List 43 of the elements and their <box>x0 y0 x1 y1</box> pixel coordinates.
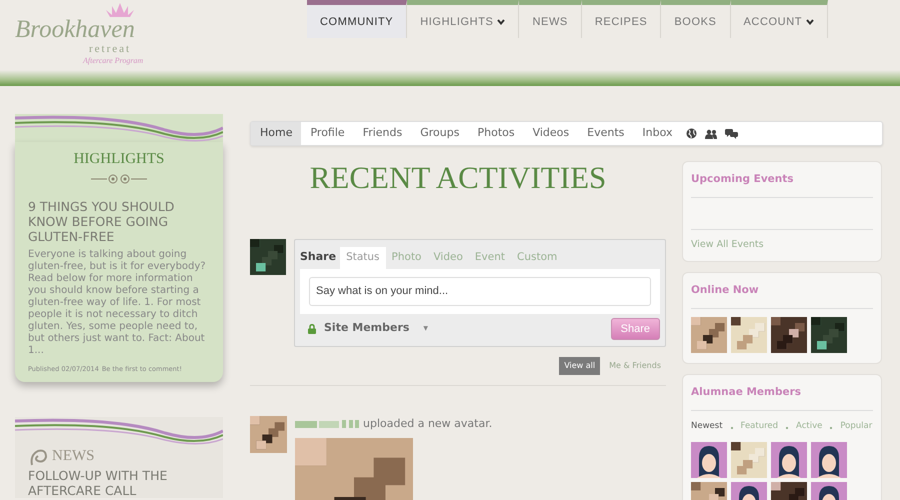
share-button[interactable]: Share <box>610 318 660 340</box>
nav-tab[interactable]: HIGHLIGHTS <box>407 0 520 38</box>
composer-tab[interactable]: Custom <box>511 246 564 268</box>
logo-wordmark: Brookhaven <box>15 17 135 42</box>
article-excerpt: Everyone is talking about going gluten-free, but is it for everybody? Read below for more information you should know before starting a gluten-free way of life. 1. For most people it is not necessary to ditch gluten. Yes, some people need to, but others just want to. Fact: About 1... <box>28 248 207 356</box>
subnav-tab[interactable]: Friends <box>354 122 412 145</box>
nav-tab[interactable]: BOOKS <box>661 0 730 38</box>
composer-tab[interactable]: Event <box>468 246 511 268</box>
article-title[interactable]: FOLLOW-UP WITH THE AFTERCARE CALL <box>28 468 210 498</box>
view-all-events-link[interactable]: View All Events <box>691 230 873 255</box>
subnav-tab[interactable]: Events <box>578 122 634 145</box>
nav-tab[interactable]: RECIPES <box>582 0 662 38</box>
subnav-tab[interactable]: Videos <box>524 122 578 145</box>
subnav-tab[interactable]: Home <box>251 122 302 145</box>
composer-tab[interactable]: Video <box>427 246 469 268</box>
composer-label: Share <box>300 249 338 265</box>
subnav-tab[interactable]: Photos <box>468 122 524 145</box>
subnav-tab[interactable]: Inbox <box>633 122 682 145</box>
panel-title: Alumnae Members <box>691 382 873 410</box>
panel-title: Online Now <box>691 280 873 309</box>
panel-title: Upcoming Events <box>691 169 873 198</box>
filter-tab[interactable]: Me & Friends <box>604 356 666 374</box>
privacy-selector[interactable]: Site Members <box>324 320 410 337</box>
nav-tab[interactable]: NEWS <box>519 0 582 38</box>
logo-subtitle: retreat <box>89 44 132 55</box>
composer-tab[interactable]: Status <box>340 246 386 268</box>
member-filter[interactable]: Featured <box>740 420 778 432</box>
composer-tab[interactable]: Photo <box>386 246 428 268</box>
section-title: HIGHLIGHTS <box>72 150 166 169</box>
subnav-tab[interactable]: Profile <box>301 122 354 145</box>
nav-tab[interactable]: COMMUNITY <box>307 0 408 38</box>
filter-tab[interactable]: View all <box>559 356 600 374</box>
section-title: NEWS <box>52 447 94 466</box>
status-input[interactable]: Say what is on your mind... <box>309 276 651 306</box>
logo-tagline: Aftercare Program <box>83 55 144 67</box>
subnav-tab[interactable]: Groups <box>411 122 468 145</box>
member-filter[interactable]: Popular <box>840 420 872 432</box>
activity-text: uploaded a new avatar. <box>363 416 492 432</box>
page-title: RECENT ACTIVITIES <box>308 162 608 193</box>
article-title[interactable]: 9 THINGS YOU SHOULD KNOW BEFORE GOING GLUTEN-FREE <box>28 198 210 244</box>
nav-tab[interactable]: ACCOUNT <box>730 0 828 38</box>
member-filter[interactable]: Newest <box>691 420 723 432</box>
member-filter[interactable]: Active <box>796 420 822 432</box>
